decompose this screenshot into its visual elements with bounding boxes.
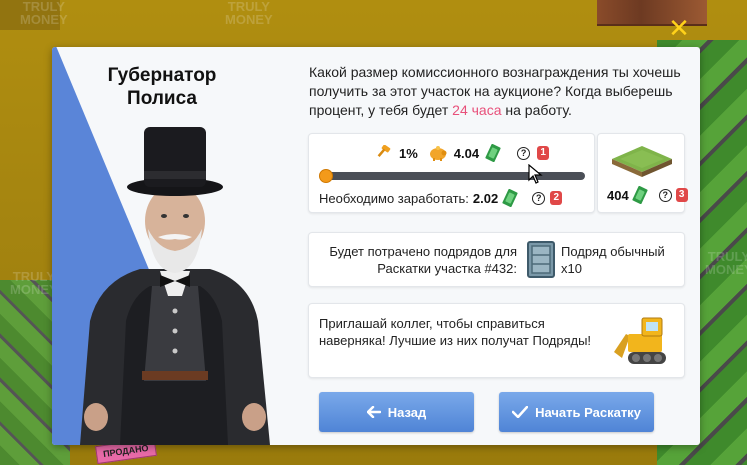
intro-text-part: на работу.: [501, 102, 572, 118]
hint-badge-1: 1: [537, 146, 550, 160]
watermark-logo: TRULYMONEY: [225, 0, 273, 27]
invite-text: Приглашай коллег, чтобы справиться навер…: [319, 316, 592, 348]
hint-badge-2: 2: [550, 191, 563, 205]
commission-stats: 1% 4.04 ? 1: [375, 144, 550, 162]
hint-badge-3: 3: [675, 188, 688, 202]
bulldozer-icon: [614, 317, 666, 364]
help-icon[interactable]: ?: [532, 191, 546, 205]
plot-value: 404 ? 3: [607, 186, 688, 204]
invite-card: Приглашай коллег, чтобы справиться навер…: [308, 303, 685, 378]
piggy-bank-icon: [429, 146, 447, 161]
contracts-description: Будет потрачено подрядов для Раскатки уч…: [329, 244, 517, 276]
required-earnings: Необходимо заработать: 2.02 ? 2: [319, 189, 563, 207]
npc-name: Губернатор Полиса: [107, 65, 217, 109]
close-icon[interactable]: ✕: [667, 15, 691, 41]
gavel-icon: [377, 145, 391, 158]
watermark-logo: TRULYMONEY: [10, 269, 58, 297]
slider-track[interactable]: [323, 172, 585, 180]
help-icon[interactable]: ?: [658, 188, 672, 202]
contract-crate-icon: [527, 241, 555, 278]
back-button[interactable]: Назад: [319, 392, 474, 432]
back-button-label: Назад: [387, 404, 427, 420]
required-earnings-label: Необходимо заработать:: [319, 190, 469, 206]
plot-value-number: 404: [607, 187, 629, 203]
commission-card: 1% 4.04 ? 1 Необходимо заработать: 2.02 …: [308, 133, 595, 213]
land-plot-icon: [612, 146, 672, 177]
money-icon: [485, 144, 501, 162]
help-icon[interactable]: ?: [517, 146, 531, 160]
plot-value-card: 404 ? 3: [597, 133, 688, 213]
checkmark-icon: [512, 406, 529, 418]
slider-handle[interactable]: [319, 169, 333, 183]
commission-percent: 1%: [399, 145, 418, 161]
money-icon: [502, 189, 518, 207]
contracts-card: Будет потрачено подрядов для Раскатки уч…: [308, 232, 685, 287]
auction-commission-dialog: Губернатор Полиса Какой размер комиссион…: [52, 47, 700, 445]
commission-slider[interactable]: [319, 169, 585, 183]
contract-type: Подряд обычный x10: [561, 244, 665, 276]
watermark-logo: TRULYMONEY: [705, 249, 747, 277]
commission-payout: 4.04: [453, 145, 480, 161]
start-rolling-button-label: Начать Раскатку: [535, 404, 641, 420]
money-icon: [632, 186, 648, 204]
deadline-highlight: 24 часа: [452, 102, 502, 118]
watermark-logo: TRULYMONEY: [20, 0, 68, 27]
arrow-left-icon: [366, 406, 381, 418]
required-earnings-value: 2.02: [472, 190, 499, 206]
mouse-cursor-icon: [528, 164, 543, 184]
start-rolling-button[interactable]: Начать Раскатку: [499, 392, 654, 432]
intro-text: Какой размер комиссионного вознаграждени…: [309, 63, 687, 120]
governor-portrait: [80, 127, 270, 445]
